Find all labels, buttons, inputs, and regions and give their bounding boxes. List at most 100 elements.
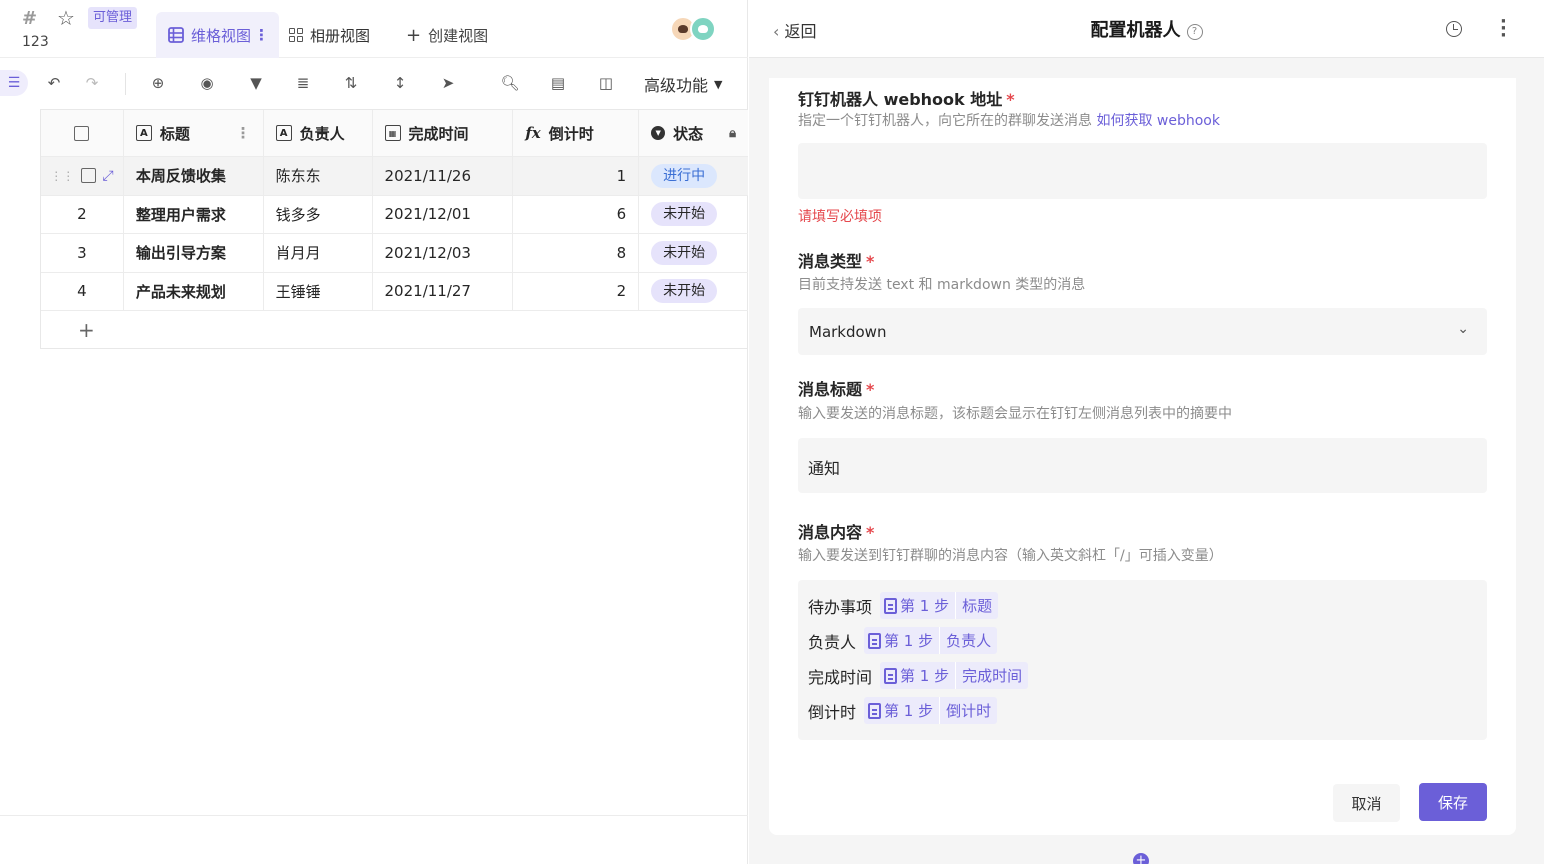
msg-title-value: 通知 — [808, 459, 841, 478]
column-header-owner[interactable]: A 负责人 — [264, 110, 373, 156]
table-row[interactable]: ⋮⋮ ⤢ 本周反馈收集 陈东东 2021/11/26 1 进行中 — [41, 157, 748, 196]
webhook-help-link[interactable]: 如何获取 webhook — [1096, 113, 1220, 129]
variable-chip[interactable]: 第 1 步 标题 — [880, 592, 999, 619]
help-icon[interactable]: ? — [1186, 23, 1203, 40]
tab-grid-view[interactable]: 维格视图 ⋮ — [156, 12, 280, 58]
row-checkbox[interactable] — [80, 168, 96, 184]
webhook-desc: 指定一个钉钉机器人，向它所在的群聊发送消息 如何获取 webhook — [798, 113, 1220, 129]
content-line: 负责人 第 1 步 负责人 — [808, 627, 998, 654]
cell-title[interactable]: 产品未来规划 — [124, 272, 264, 310]
add-step-icon[interactable]: + — [1133, 853, 1149, 864]
msg-type-select[interactable]: Markdown ⌄ — [798, 308, 1487, 355]
formula-icon: fx — [525, 124, 541, 142]
tab-more-icon[interactable]: ⋮ — [254, 26, 269, 44]
history-icon[interactable] — [1446, 21, 1462, 37]
table-row[interactable]: 2 整理用户需求 钱多多 2021/12/01 6 未开始 — [41, 195, 748, 234]
status-badge: 未开始 — [651, 202, 718, 227]
cell-status[interactable]: 未开始 — [639, 196, 748, 234]
row-height-icon[interactable]: ↕ — [389, 72, 411, 94]
status-badge: 进行中 — [651, 163, 718, 188]
column-header-label: 状态 — [673, 124, 704, 143]
variable-chip[interactable]: 第 1 步 完成时间 — [880, 662, 1029, 689]
record-icon — [868, 632, 882, 649]
msg-title-input[interactable]: 通知 — [798, 438, 1487, 493]
cell-status[interactable]: 进行中 — [639, 157, 748, 195]
cell-countdown[interactable]: 8 — [513, 234, 640, 272]
cell-owner[interactable]: 陈东东 — [264, 157, 373, 195]
cell-countdown[interactable]: 1 — [513, 157, 640, 195]
cell-date[interactable]: 2021/11/27 — [373, 272, 514, 310]
column-menu-icon[interactable]: ⋮ — [236, 124, 251, 142]
create-view-button[interactable]: + 创建视图 — [406, 12, 488, 58]
expand-record-icon[interactable]: ⤢ — [102, 168, 113, 184]
tab-label: 维格视图 — [191, 26, 252, 45]
divider — [0, 815, 748, 816]
variable-chip[interactable]: 第 1 步 负责人 — [864, 627, 998, 654]
advanced-features-button[interactable]: 高级功能 ▼ — [644, 72, 722, 96]
content-line: 待办事项 第 1 步 标题 — [808, 592, 999, 619]
column-header-label: 标题 — [159, 124, 190, 143]
datasheet-header: # ☆ 可管理 123 维格视图 ⋮ 相册视图 + 创建视图 — [0, 0, 748, 58]
msg-content-desc: 输入要发送到钉钉群聊的消息内容（输入英文斜杠「/」可插入变量） — [798, 548, 1223, 564]
add-row-button[interactable]: + — [41, 311, 748, 349]
back-button[interactable]: ‹ 返回 — [773, 18, 817, 42]
cell-title[interactable]: 整理用户需求 — [124, 195, 264, 233]
content-line: 完成时间 第 1 步 完成时间 — [808, 662, 1029, 689]
column-header-status[interactable]: ▼ 状态 🔒︎ — [639, 110, 748, 156]
permission-badge: 可管理 — [88, 7, 138, 29]
column-header-date[interactable]: ▦ 完成时间 — [373, 110, 514, 156]
variable-chip[interactable]: 第 1 步 倒计时 — [864, 697, 998, 724]
table-name[interactable]: 123 — [22, 34, 49, 50]
chevron-left-icon: ‹ — [773, 22, 780, 41]
toolbar-divider — [125, 73, 126, 95]
share-icon[interactable]: ➤ — [437, 72, 459, 94]
add-record-icon[interactable]: ⊕ — [147, 72, 169, 94]
advanced-label: 高级功能 — [644, 76, 709, 95]
record-icon — [884, 597, 898, 614]
webhook-input[interactable] — [798, 143, 1487, 199]
search-icon[interactable]: 🔍︎ — [499, 72, 521, 94]
drag-handle-icon[interactable]: ⋮⋮ — [50, 169, 74, 183]
cell-date[interactable]: 2021/11/26 — [373, 157, 514, 195]
cell-date[interactable]: 2021/12/01 — [373, 195, 514, 233]
create-view-label: 创建视图 — [428, 26, 489, 45]
redo-icon[interactable]: ↷ — [81, 72, 103, 94]
column-header-countdown[interactable]: fx 倒计时 — [513, 110, 640, 156]
table-row[interactable]: 3 输出引导方案 肖月月 2021/12/03 8 未开始 — [41, 234, 748, 273]
cell-status[interactable]: 未开始 — [639, 234, 748, 272]
api-icon[interactable]: ▤ — [547, 72, 569, 94]
gallery-view-icon — [289, 28, 303, 42]
select-all-checkbox[interactable] — [41, 110, 124, 156]
cell-countdown[interactable]: 6 — [513, 195, 640, 233]
hidden-fields-icon[interactable]: ◉ — [196, 72, 218, 94]
page-title: 配置机器人? — [749, 16, 1544, 42]
cell-owner[interactable]: 钱多多 — [264, 195, 373, 233]
cell-owner[interactable]: 王锤锤 — [264, 272, 373, 310]
more-icon[interactable]: · · · — [1500, 13, 1507, 45]
undo-icon[interactable]: ↶ — [43, 72, 65, 94]
cell-title[interactable]: 本周反馈收集 — [124, 157, 264, 195]
star-icon[interactable]: ☆ — [57, 6, 75, 30]
filter-icon[interactable]: ▼ — [245, 72, 267, 94]
widget-icon[interactable]: ◫ — [595, 72, 617, 94]
cell-date[interactable]: 2021/12/03 — [373, 234, 514, 272]
save-button[interactable]: 保存 — [1419, 783, 1487, 821]
cell-title[interactable]: 输出引导方案 — [124, 234, 264, 272]
tab-gallery-view[interactable]: 相册视图 — [289, 12, 370, 58]
column-header-label: 完成时间 — [408, 124, 469, 143]
column-header-title[interactable]: A 标题 ⋮ — [124, 110, 264, 156]
calendar-icon: ▦ — [384, 125, 401, 141]
cancel-button[interactable]: 取消 — [1333, 784, 1400, 822]
chevron-down-icon: ⌄ — [1457, 321, 1469, 337]
cell-countdown[interactable]: 2 — [513, 272, 640, 310]
sort-icon[interactable]: ⇅ — [340, 72, 362, 94]
cell-owner[interactable]: 肖月月 — [264, 234, 373, 272]
cell-status[interactable]: 未开始 — [639, 273, 748, 311]
tab-label: 相册视图 — [310, 26, 371, 45]
avatar[interactable] — [690, 16, 716, 42]
table-row[interactable]: 4 产品未来规划 王锤锤 2021/11/27 2 未开始 — [41, 272, 748, 311]
msg-content-editor[interactable]: 待办事项 第 1 步 标题 负责人 第 1 步 负责人 完成时间 第 1 步 完… — [798, 580, 1487, 740]
webhook-error: 请填写必填项 — [798, 209, 882, 225]
row-controls[interactable]: ⋮⋮ ⤢ — [41, 157, 124, 195]
group-icon[interactable]: ≣ — [292, 72, 314, 94]
